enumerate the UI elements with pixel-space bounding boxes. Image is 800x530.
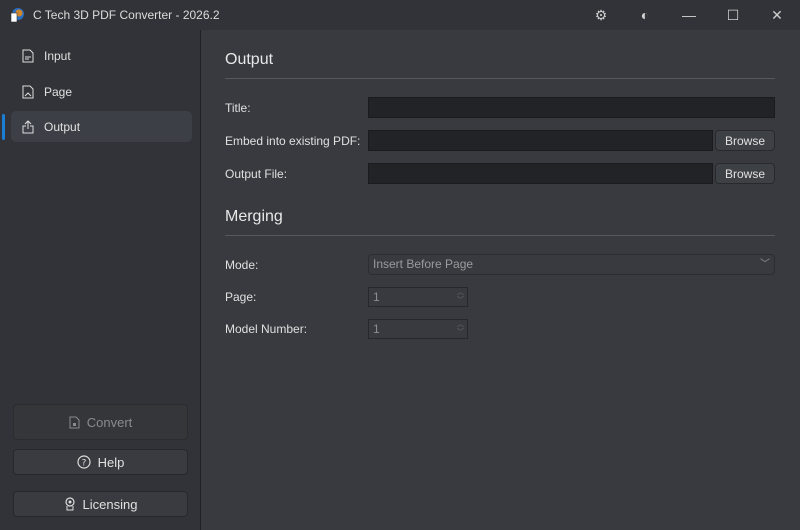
sidebar-item-label: Input (44, 48, 71, 63)
sidebar-item-output[interactable]: Output (11, 111, 192, 142)
window-title: C Tech 3D PDF Converter - 2026.2 (33, 8, 220, 22)
page-value: 1 (373, 290, 380, 304)
help-button[interactable]: ? Help (13, 449, 188, 475)
title-label: Title: (225, 101, 251, 115)
gear-icon: ⚙ (594, 6, 608, 23)
output-panel: Output Title: Embed into existing PDF: B… (201, 30, 800, 530)
embed-label: Embed into existing PDF: (225, 134, 361, 148)
embed-browse-button[interactable]: Browse (715, 130, 775, 151)
output-file-input[interactable] (368, 163, 713, 184)
mode-label: Mode: (225, 258, 259, 272)
pdf-file-icon (69, 416, 80, 428)
spin-arrows-icon[interactable]: ︿ ﹀ (457, 289, 464, 305)
certificate-icon (64, 497, 75, 511)
title-bar: C Tech 3D PDF Converter - 2026.2 ⚙ ◐ — ☐… (0, 0, 800, 30)
licensing-label: Licensing (82, 496, 138, 512)
sidebar-item-label: Output (44, 119, 81, 134)
help-label: Help (97, 454, 125, 470)
licensing-button[interactable]: Licensing (13, 491, 188, 517)
embed-pdf-input[interactable] (368, 130, 713, 151)
sidebar: Input Page Output Convert ? Help Licensi… (0, 30, 200, 530)
sidebar-item-input[interactable]: Input (11, 40, 192, 71)
output-heading: Output (225, 51, 274, 68)
close-button[interactable]: ✕ (755, 0, 799, 30)
model-number-label: Model Number: (225, 322, 308, 336)
title-input[interactable] (368, 97, 775, 118)
mode-select[interactable]: Insert Before Page ﹀ (368, 254, 775, 275)
divider (225, 78, 775, 79)
settings-button[interactable]: ⚙ (579, 0, 623, 30)
output-file-browse-button[interactable]: Browse (715, 163, 775, 184)
mode-value: Insert Before Page (373, 257, 474, 271)
theme-toggle-button[interactable]: ◐ (623, 0, 667, 30)
spin-arrows-icon[interactable]: ︿ ﹀ (457, 321, 464, 337)
svg-text:?: ? (81, 459, 86, 469)
maximize-button[interactable]: ☐ (711, 0, 755, 30)
active-indicator (2, 114, 5, 140)
model-number-value: 1 (373, 322, 380, 336)
page-image-icon (22, 85, 34, 98)
minimize-icon: — (682, 7, 696, 23)
minimize-button[interactable]: — (667, 0, 711, 30)
divider (225, 235, 775, 236)
close-icon: ✕ (771, 6, 783, 23)
merging-heading: Merging (225, 208, 283, 225)
contrast-icon: ◐ (640, 7, 650, 23)
sidebar-item-page[interactable]: Page (11, 76, 192, 107)
app-logo-icon (10, 8, 24, 23)
sidebar-item-label: Page (44, 84, 73, 99)
convert-button[interactable]: Convert (13, 404, 188, 440)
help-icon: ? (77, 455, 91, 469)
document-icon (22, 49, 34, 62)
share-icon (22, 119, 34, 133)
page-label: Page: (225, 290, 257, 304)
maximize-icon: ☐ (726, 6, 740, 23)
output-file-label: Output File: (225, 167, 288, 181)
chevron-down-icon: ﹀ (760, 259, 770, 270)
model-number-spinbox[interactable]: 1 ︿ ﹀ (368, 319, 468, 339)
convert-label: Convert (86, 414, 133, 430)
page-spinbox[interactable]: 1 ︿ ﹀ (368, 287, 468, 307)
